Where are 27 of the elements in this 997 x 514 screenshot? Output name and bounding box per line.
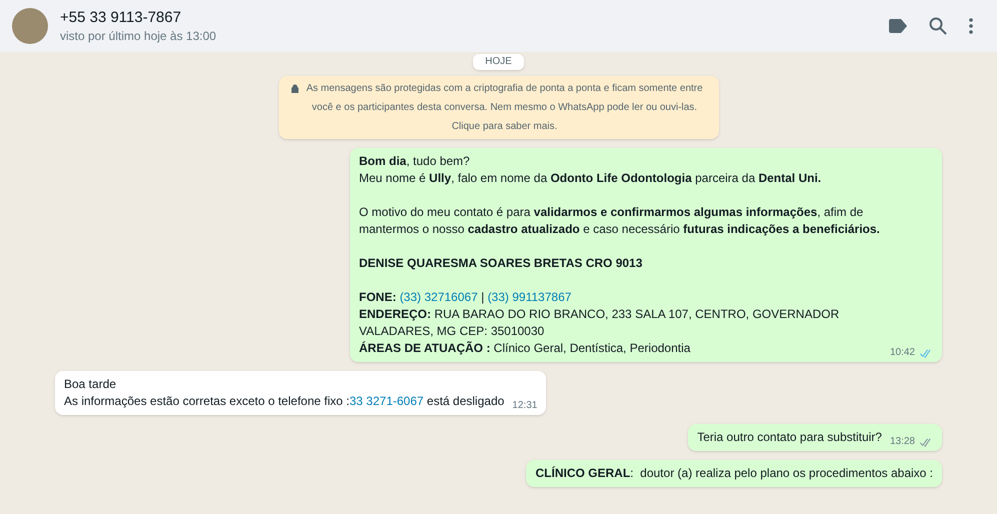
search-icon[interactable]: [929, 17, 947, 35]
encryption-notice[interactable]: As mensagens são protegidas com a criptografia de ponta a ponta e ficam somente entre você e os participantes desta conversa. Nem mesmo o WhatsApp pode ler ou ouvi-las. Clique para saber mais.: [278, 76, 718, 139]
label-icon[interactable]: [889, 19, 907, 33]
message-text: ENDEREÇO: RUA BARAO DO RIO BRANCO, 233 SALA 107, CENTRO, GOVERNADOR VALADARES, MG CEP: 35010030: [359, 306, 840, 340]
notice-text: As mensagens são protegidas com a criptografia de ponta a ponta e ficam somente entre você e os participantes desta conversa. Nem mesmo o WhatsApp pode ler ou ouvi-las. Clique para saber mais.: [305, 82, 704, 134]
message-time: 12:31: [512, 400, 538, 412]
message-text: CLÍNICO GERAL: doutor (a) realiza pelo plano os procedimentos abaixo :: [535, 465, 933, 482]
date-chip: HOJE: [473, 54, 524, 70]
menu-icon[interactable]: [969, 18, 973, 34]
message-text: Meu nome é Ully, falo em nome da Odonto Life Odontologia parceira da Dental Uni.: [359, 170, 822, 187]
phone-link[interactable]: 33 3271-6067: [349, 394, 424, 408]
message-text: As informações estão corretas exceto o telefone fixo :33 3271-6067 está desligado: [64, 393, 504, 410]
message-text: Bom dia, tudo bem?: [359, 153, 471, 170]
lock-icon: [290, 84, 298, 93]
message-text: ÁREAS DE ATUAÇÃO : Clínico Geral, Dentística, Periodontia: [359, 340, 692, 357]
message-time: 13:28: [890, 436, 915, 448]
avatar[interactable]: [12, 8, 48, 44]
contact-name: +55 33 9113-7867: [60, 8, 182, 28]
message-text: DENISE QUARESMA SOARES BRETAS CRO 9013: [359, 255, 644, 272]
message-text: O motivo do meu contato é para validarmos e confirmarmos algumas informações, afim de mantermos o nosso cadastro atualizado e caso necessário futuras indicações a beneficiários.: [359, 204, 881, 238]
phone-link[interactable]: (33) 991137867: [488, 290, 572, 304]
message-text: Teria outro contato para substituir?: [697, 429, 882, 446]
message-time: 10:42: [890, 347, 915, 359]
last-seen-text: visto por último hoje às 13:00: [60, 28, 218, 44]
message-text: FONE: (33) 32716067 | (33) 991137867: [359, 289, 572, 306]
phone-link[interactable]: (33) 32716067: [400, 290, 478, 304]
message-text: Boa tarde: [64, 376, 118, 393]
